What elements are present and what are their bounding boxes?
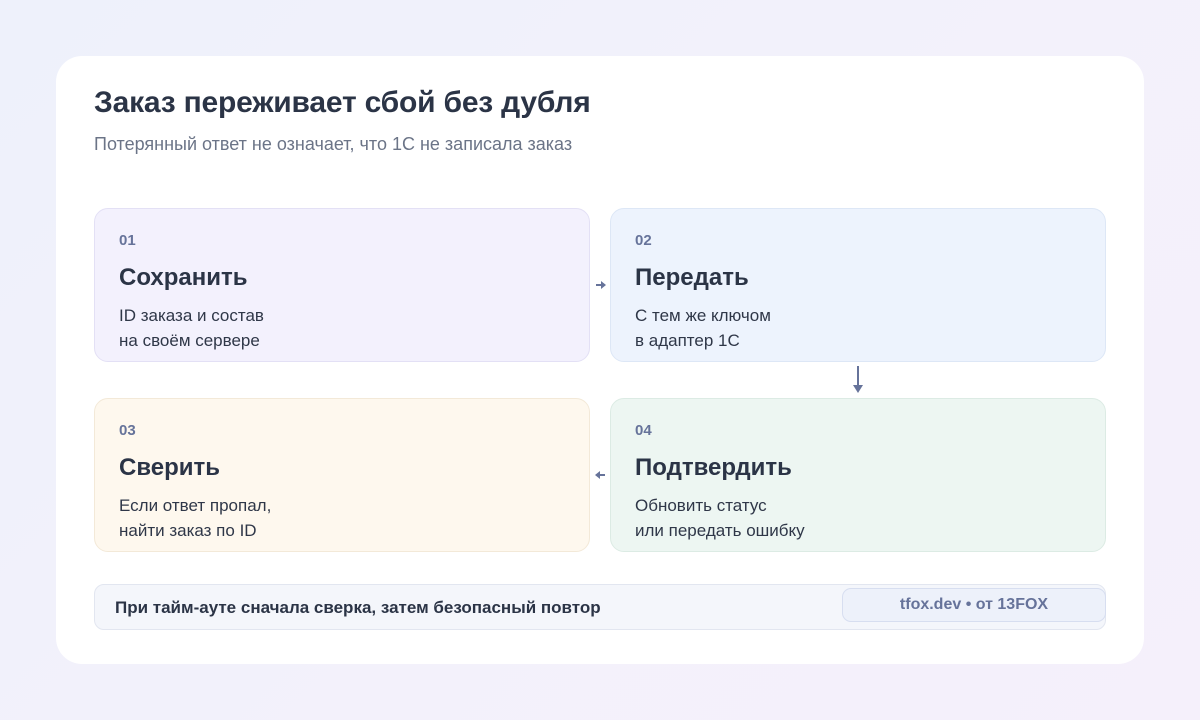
footer-note: При тайм-ауте сначала сверка, затем безо… [115,598,601,617]
page-subtitle: Потерянный ответ не означает, что 1С не … [94,134,573,154]
step-card-transfer: 02 Передать С тем же ключом в адаптер 1С [610,208,1106,362]
brand-badge: tfox.dev • от 13FOX [842,588,1106,622]
step-description: Если ответ пропал, найти заказ по ID [119,493,565,543]
step-description-line: Обновить статус [635,496,767,515]
step-description-line: в адаптер 1С [635,331,740,350]
step-title: Сверить [119,454,221,481]
arrow-left-icon [595,471,605,479]
footer-note-bar: При тайм-ауте сначала сверка, затем безо… [94,584,1106,630]
step-description-line: Если ответ пропал, [119,496,272,515]
step-number: 01 [119,232,136,249]
step-description-line: на своём сервере [119,331,260,350]
step-number: 03 [119,422,136,439]
step-card-confirm: 04 Подтвердить Обновить статус или перед… [610,398,1106,552]
step-title: Сохранить [119,264,248,291]
arrow-down-icon [853,366,863,393]
step-description: Обновить статус или передать ошибку [635,493,1081,543]
step-title: Подтвердить [635,454,792,481]
step-description-line: найти заказ по ID [119,521,257,540]
step-description: ID заказа и состав на своём сервере [119,303,565,353]
arrow-right-icon [596,281,606,289]
page-title: Заказ переживает сбой без дубля [94,86,591,119]
step-title: Передать [635,264,749,291]
step-number: 02 [635,232,652,249]
step-description-line: или передать ошибку [635,521,805,540]
step-description-line: С тем же ключом [635,306,771,325]
step-card-reconcile: 03 Сверить Если ответ пропал, найти зака… [94,398,590,552]
step-description: С тем же ключом в адаптер 1С [635,303,1081,353]
slide-card: Заказ переживает сбой без дубля Потерянн… [56,56,1144,664]
step-description-line: ID заказа и состав [119,306,264,325]
step-number: 04 [635,422,652,439]
step-card-save: 01 Сохранить ID заказа и состав на своём… [94,208,590,362]
